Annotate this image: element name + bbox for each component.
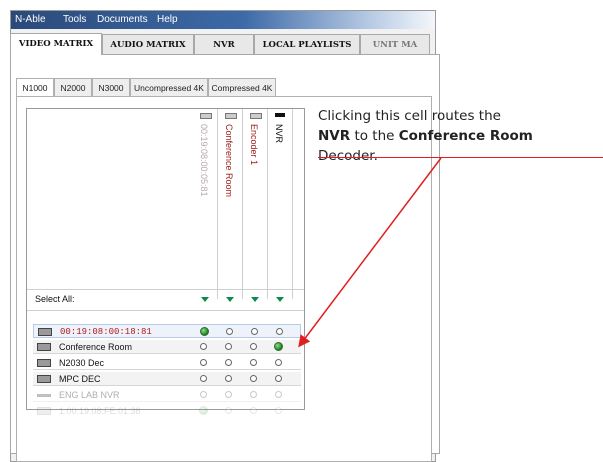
decoder-icon (37, 407, 51, 415)
nvr-icon (37, 394, 51, 397)
menu-item-help[interactable]: Help (157, 14, 178, 25)
column-device-icon (250, 113, 262, 119)
row-label: 00:19:08:00:18:81 (60, 327, 152, 337)
row-label: ENG LAB NVR (59, 390, 120, 400)
column-nvr-icon (275, 113, 285, 117)
matrix-cell[interactable] (250, 407, 257, 414)
decoder-icon (37, 375, 51, 383)
sub-tab-strip: N1000 N2000 N3000 Uncompressed 4K Compre… (16, 78, 436, 96)
column-divider (267, 109, 268, 299)
matrix-cell[interactable] (276, 328, 283, 335)
tab-video-matrix[interactable]: VIDEO MATRIX (10, 33, 102, 55)
callout-underline (318, 157, 603, 158)
matrix-row[interactable]: MPC DEC (33, 372, 301, 386)
select-all-column-4-icon[interactable] (276, 297, 284, 302)
matrix-row[interactable]: N2030 Dec (33, 356, 301, 370)
column-divider (242, 109, 243, 299)
matrix-cell-nvr-conference-room[interactable] (274, 342, 283, 351)
menu-bar: N-Able Tools Documents Help (11, 11, 435, 29)
main-tab-strip: VIDEO MATRIX AUDIO MATRIX NVR LOCAL PLAY… (10, 33, 430, 55)
select-all-column-3-icon[interactable] (251, 297, 259, 302)
row-label: 1:00:19:08:FE:01:38 (59, 406, 141, 416)
matrix-cell[interactable] (275, 375, 282, 382)
callout-text-2: to the (350, 128, 399, 144)
callout-text-3: Decoder. (318, 148, 378, 164)
row-label: Conference Room (59, 342, 133, 352)
callout-bold-conference-room: Conference Room (398, 128, 533, 144)
decoder-icon (37, 359, 51, 367)
menu-item-n-able[interactable]: N-Able (15, 14, 46, 25)
matrix-cell[interactable] (250, 359, 257, 366)
decoder-icon (38, 328, 52, 336)
matrix-cell[interactable] (225, 343, 232, 350)
matrix-cell[interactable] (200, 375, 207, 382)
matrix-cell[interactable] (250, 343, 257, 350)
matrix-cell[interactable] (275, 391, 282, 398)
matrix-cell[interactable] (225, 407, 232, 414)
matrix-cell[interactable] (200, 359, 207, 366)
column-device-icon (225, 113, 237, 119)
matrix-cell[interactable] (200, 343, 207, 350)
tab-local-playlists[interactable]: LOCAL PLAYLISTS (254, 34, 360, 54)
column-device-icon (200, 113, 212, 119)
subtab-n3000[interactable]: N3000 (92, 78, 130, 96)
decoder-icon (37, 343, 51, 351)
callout-text-1: Clicking this cell routes the (318, 108, 501, 124)
matrix-cell[interactable] (275, 359, 282, 366)
matrix-row[interactable]: Conference Room (33, 340, 301, 354)
subtab-compressed-4k[interactable]: Compressed 4K (208, 78, 276, 96)
callout-bold-nvr: NVR (318, 128, 351, 144)
matrix-row[interactable]: 00:19:08:00:18:81 (33, 324, 301, 338)
matrix-row[interactable]: ENG LAB NVR (33, 388, 301, 402)
matrix-cell[interactable] (200, 391, 207, 398)
matrix-row[interactable]: 1:00:19:08:FE:01:38 (33, 404, 301, 418)
select-all-row: Select All: (27, 289, 304, 311)
column-divider (292, 109, 293, 299)
subtab-n2000[interactable]: N2000 (54, 78, 92, 96)
matrix-cell[interactable] (225, 375, 232, 382)
subtab-uncompressed-4k[interactable]: Uncompressed 4K (130, 78, 208, 96)
matrix-cell[interactable] (199, 406, 208, 415)
matrix-cell[interactable] (225, 391, 232, 398)
matrix-cell[interactable] (250, 391, 257, 398)
row-label: MPC DEC (59, 374, 101, 384)
matrix-cell[interactable] (200, 327, 209, 336)
subtab-n1000[interactable]: N1000 (16, 78, 54, 96)
column-header-conference-room[interactable]: Conference Room (224, 124, 234, 197)
menu-item-documents[interactable]: Documents (97, 14, 148, 25)
menu-item-tools[interactable]: Tools (63, 14, 86, 25)
column-divider (217, 109, 218, 299)
select-all-column-1-icon[interactable] (201, 297, 209, 302)
matrix-cell[interactable] (225, 359, 232, 366)
column-header-nvr[interactable]: NVR (274, 124, 284, 143)
matrix-cell[interactable] (250, 375, 257, 382)
tab-audio-matrix[interactable]: AUDIO MATRIX (102, 34, 194, 54)
row-label: N2030 Dec (59, 358, 105, 368)
matrix-cell[interactable] (275, 407, 282, 414)
select-all-label: Select All: (35, 294, 75, 304)
tab-nvr[interactable]: NVR (194, 34, 254, 54)
tab-unit-manager[interactable]: UNIT MA (360, 34, 430, 54)
column-header-mac[interactable]: 00:19:08:00:05:81 (199, 124, 209, 197)
select-all-column-2-icon[interactable] (226, 297, 234, 302)
column-header-encoder-1[interactable]: Encoder 1 (249, 124, 259, 165)
matrix-cell[interactable] (251, 328, 258, 335)
matrix-cell[interactable] (226, 328, 233, 335)
